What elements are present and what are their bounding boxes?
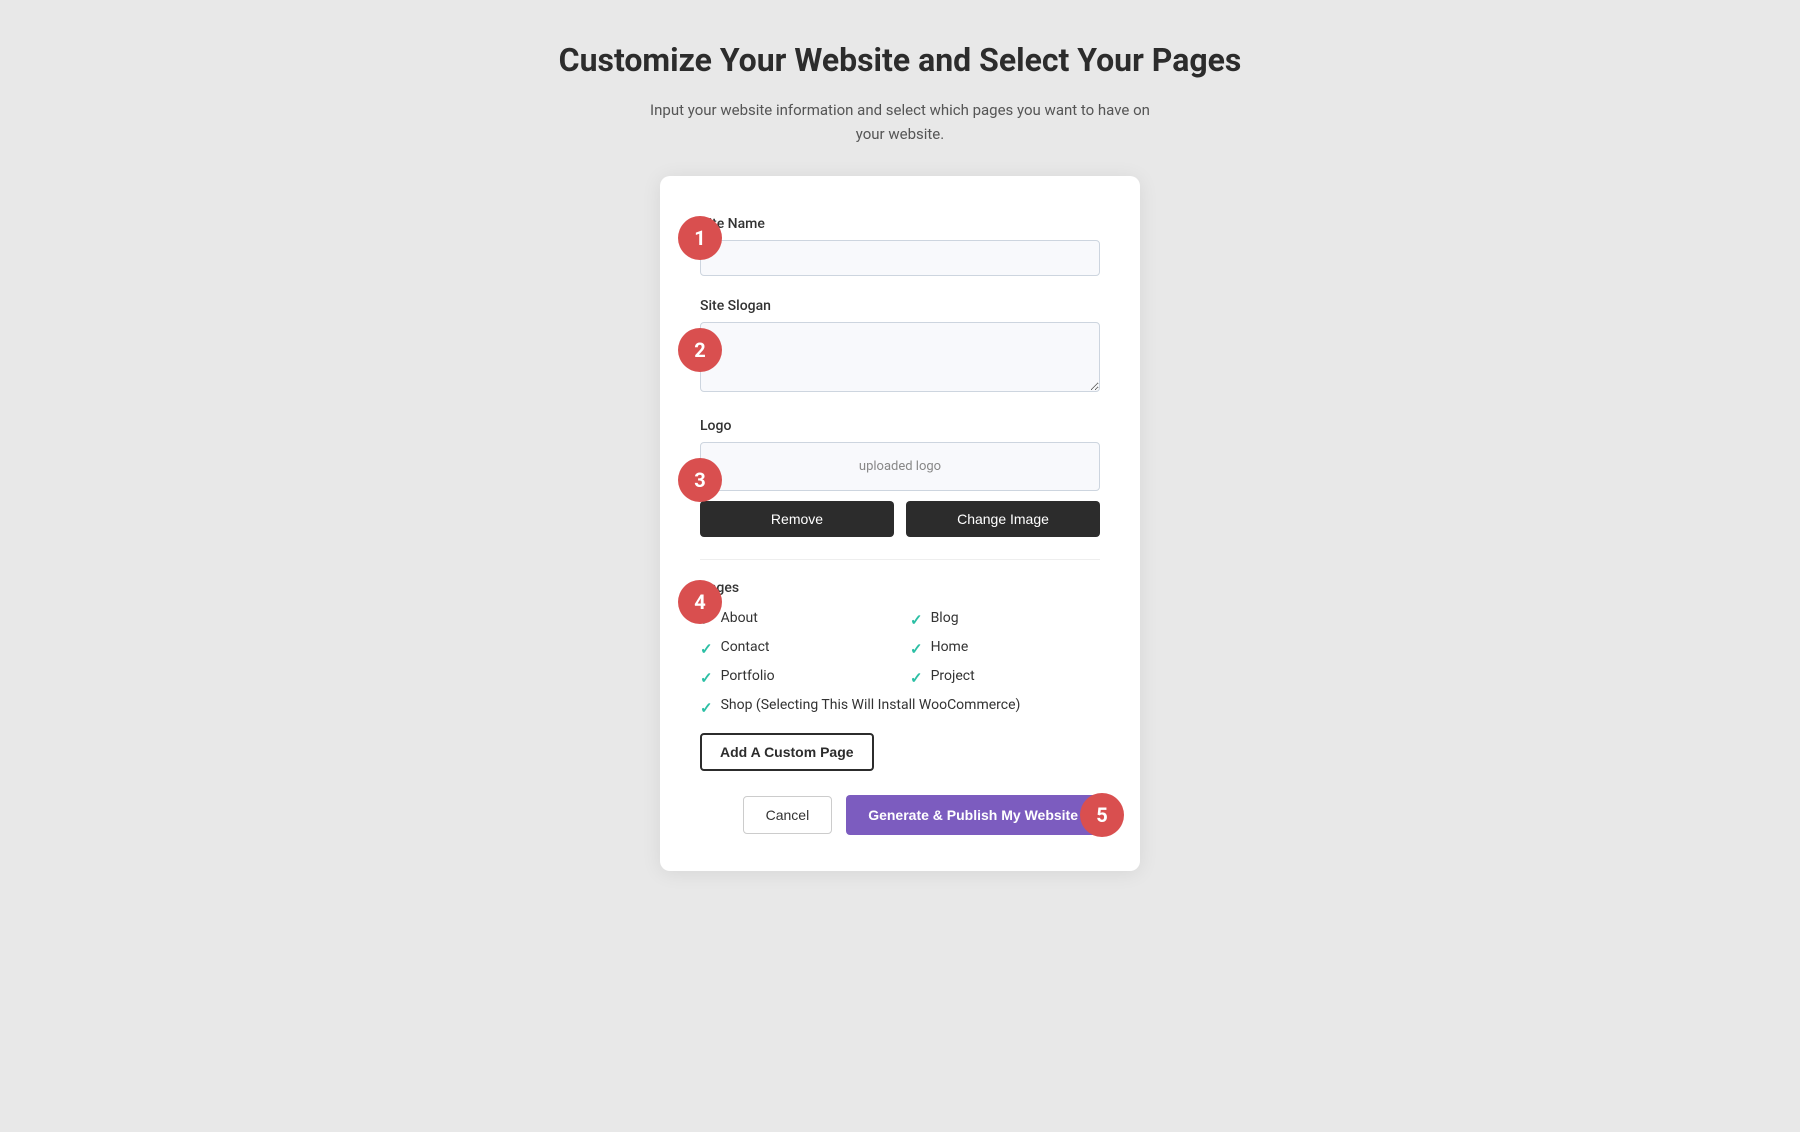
site-name-section: 1 Site Name (700, 216, 1100, 276)
site-slogan-label: Site Slogan (700, 298, 1100, 314)
remove-button[interactable]: Remove (700, 501, 894, 537)
check-shop-icon: ✓ (700, 699, 713, 717)
change-image-button[interactable]: Change Image (906, 501, 1100, 537)
pages-label: Pages (700, 580, 1100, 596)
step-badge-3: 3 (678, 458, 722, 502)
page-contact-label: Contact (721, 639, 770, 655)
site-name-label: Site Name (700, 216, 1100, 232)
logo-section: 3 Logo uploaded logo Remove Change Image (700, 418, 1100, 537)
logo-label: Logo (700, 418, 1100, 434)
page-item-home[interactable]: ✓ Home (910, 639, 1100, 658)
check-project-icon: ✓ (910, 669, 923, 687)
generate-publish-button[interactable]: Generate & Publish My Website (846, 795, 1100, 835)
site-slogan-input[interactable] (700, 322, 1100, 392)
check-contact-icon: ✓ (700, 640, 713, 658)
check-portfolio-icon: ✓ (700, 669, 713, 687)
page-item-blog[interactable]: ✓ Blog (910, 610, 1100, 629)
page-item-project[interactable]: ✓ Project (910, 668, 1100, 687)
cancel-button[interactable]: Cancel (743, 796, 833, 834)
page-title: Customize Your Website and Select Your P… (559, 40, 1242, 82)
step-badge-2: 2 (678, 328, 722, 372)
step-badge-1: 1 (678, 216, 722, 260)
page-blog-label: Blog (931, 610, 959, 626)
add-custom-page-button[interactable]: Add A Custom Page (700, 733, 874, 771)
divider (700, 559, 1100, 560)
check-blog-icon: ✓ (910, 611, 923, 629)
page-item-about[interactable]: ✓ About (700, 610, 890, 629)
pages-section: 4 Pages ✓ About ✓ Blog ✓ Contact ✓ Home … (700, 580, 1100, 771)
card-footer: Cancel Generate & Publish My Website 5 (700, 795, 1100, 835)
step-badge-5: 5 (1080, 793, 1124, 837)
page-about-label: About (721, 610, 758, 626)
logo-preview: uploaded logo (700, 442, 1100, 491)
page-project-label: Project (931, 668, 975, 684)
site-name-input[interactable] (700, 240, 1100, 276)
form-card: 1 Site Name 2 Site Slogan 3 Logo uploade… (660, 176, 1140, 871)
logo-buttons: Remove Change Image (700, 501, 1100, 537)
logo-placeholder-text: uploaded logo (859, 459, 941, 474)
page-subtitle: Input your website information and selec… (650, 98, 1150, 146)
page-shop-label: Shop (Selecting This Will Install WooCom… (721, 697, 1021, 713)
page-item-shop[interactable]: ✓ Shop (Selecting This Will Install WooC… (700, 697, 1100, 717)
step-badge-4: 4 (678, 580, 722, 624)
page-home-label: Home (931, 639, 969, 655)
pages-grid: ✓ About ✓ Blog ✓ Contact ✓ Home ✓ Portfo… (700, 610, 1100, 687)
site-slogan-section: 2 Site Slogan (700, 298, 1100, 396)
check-home-icon: ✓ (910, 640, 923, 658)
page-header: Customize Your Website and Select Your P… (559, 40, 1242, 146)
page-item-contact[interactable]: ✓ Contact (700, 639, 890, 658)
page-item-portfolio[interactable]: ✓ Portfolio (700, 668, 890, 687)
page-portfolio-label: Portfolio (721, 668, 775, 684)
